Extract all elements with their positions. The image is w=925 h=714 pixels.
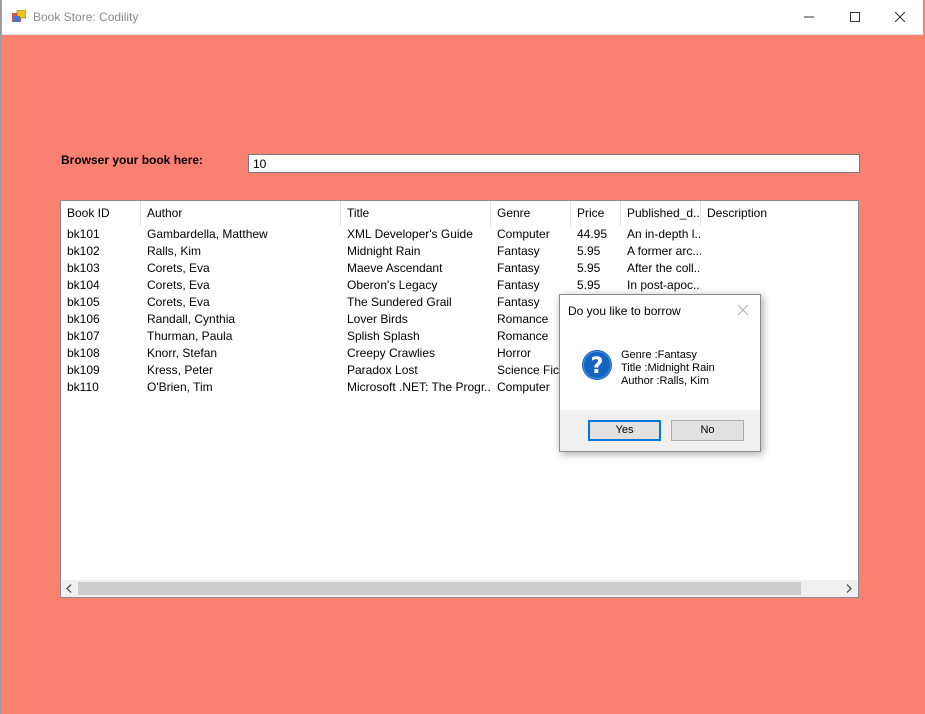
close-icon bbox=[895, 12, 905, 22]
column-header-genre[interactable]: Genre bbox=[491, 201, 571, 226]
column-header-book-id[interactable]: Book ID bbox=[61, 201, 141, 226]
cell-title: Paradox Lost bbox=[347, 363, 418, 377]
cell-title: Oberon's Legacy bbox=[347, 278, 438, 292]
cell-genre: Fantasy bbox=[497, 278, 540, 292]
cell-book-id: bk107 bbox=[67, 329, 100, 343]
cell-genre: Fantasy bbox=[497, 244, 540, 258]
cell-author: Corets, Eva bbox=[147, 278, 210, 292]
scrollbar-thumb[interactable] bbox=[78, 582, 801, 595]
search-label: Browser your book here: bbox=[61, 153, 204, 167]
cell-author: Ralls, Kim bbox=[147, 244, 202, 258]
cell-genre: Computer bbox=[497, 227, 550, 241]
cell-title: The Sundered Grail bbox=[347, 295, 452, 309]
column-header-title[interactable]: Title bbox=[341, 201, 491, 226]
yes-button[interactable]: Yes bbox=[588, 420, 661, 441]
cell-title: Microsoft .NET: The Progr... bbox=[347, 380, 491, 394]
cell-title: Splish Splash bbox=[347, 329, 420, 343]
cell-title: Creepy Crawlies bbox=[347, 346, 436, 360]
minimize-button[interactable] bbox=[786, 0, 832, 34]
cell-published: An in-depth l... bbox=[627, 227, 701, 241]
cell-published: In post-apoc... bbox=[627, 278, 701, 292]
cell-book-id: bk101 bbox=[67, 227, 100, 241]
column-header-author[interactable]: Author bbox=[141, 201, 341, 226]
cell-title: Maeve Ascendant bbox=[347, 261, 443, 275]
maximize-icon bbox=[850, 12, 860, 22]
cell-book-id: bk109 bbox=[67, 363, 100, 377]
table-row[interactable]: bk102 Ralls, Kim Midnight Rain Fantasy 5.95 A… bbox=[61, 243, 858, 260]
borrow-dialog: Do you like to borrow ? Genre :Fantasy T… bbox=[559, 294, 761, 452]
dialog-title: Do you like to borrow bbox=[568, 304, 681, 318]
cell-genre: Fantasy bbox=[497, 261, 540, 275]
cell-author: Kress, Peter bbox=[147, 363, 214, 377]
horizontal-scrollbar[interactable] bbox=[61, 580, 858, 597]
cell-author: Corets, Eva bbox=[147, 261, 210, 275]
cell-author: Corets, Eva bbox=[147, 295, 210, 309]
cell-published: After the coll... bbox=[627, 261, 701, 275]
close-button[interactable] bbox=[877, 0, 923, 34]
cell-price: 5.95 bbox=[577, 261, 601, 275]
column-header-published[interactable]: Published_d... bbox=[621, 201, 701, 226]
dialog-line-title: Title :Midnight Rain bbox=[621, 362, 715, 374]
app-icon bbox=[12, 10, 26, 22]
title-bar: Book Store: Codility bbox=[2, 0, 923, 35]
question-icon: ? bbox=[582, 350, 612, 380]
dialog-line-author: Author :Ralls, Kim bbox=[621, 375, 710, 387]
cell-published: A former arc... bbox=[627, 244, 701, 258]
cell-title: Midnight Rain bbox=[347, 244, 421, 258]
svg-text:?: ? bbox=[591, 354, 604, 379]
dialog-footer: Yes No bbox=[560, 410, 760, 451]
cell-book-id: bk106 bbox=[67, 312, 100, 326]
column-header-price[interactable]: Price bbox=[571, 201, 621, 226]
maximize-button[interactable] bbox=[832, 0, 878, 34]
cell-book-id: bk102 bbox=[67, 244, 100, 258]
minimize-icon bbox=[804, 16, 814, 18]
cell-book-id: bk110 bbox=[67, 380, 99, 394]
dialog-message: Genre :Fantasy Title :Midnight Rain Auth… bbox=[621, 349, 715, 388]
cell-book-id: bk108 bbox=[67, 346, 100, 360]
cell-book-id: bk105 bbox=[67, 295, 100, 309]
cell-title: Lover Birds bbox=[347, 312, 408, 326]
scroll-left-button[interactable] bbox=[61, 580, 78, 597]
cell-author: Gambardella, Matthew bbox=[147, 227, 268, 241]
column-header-description[interactable]: Description bbox=[701, 201, 781, 226]
cell-price: 5.95 bbox=[577, 244, 601, 258]
no-button[interactable]: No bbox=[671, 420, 744, 441]
search-input[interactable]: 10 bbox=[248, 154, 860, 173]
cell-author: Thurman, Paula bbox=[147, 329, 233, 343]
chevron-right-icon bbox=[846, 584, 852, 593]
cell-price: 44.95 bbox=[577, 227, 608, 241]
cell-price: 5.95 bbox=[577, 278, 601, 292]
cell-title: XML Developer's Guide bbox=[347, 227, 473, 241]
chevron-left-icon bbox=[66, 584, 72, 593]
cell-author: O'Brien, Tim bbox=[147, 380, 213, 394]
dialog-line-genre: Genre :Fantasy bbox=[621, 349, 697, 361]
table-row[interactable]: bk104 Corets, Eva Oberon's Legacy Fantasy 5.… bbox=[61, 277, 858, 294]
close-icon[interactable] bbox=[736, 303, 750, 317]
table-row[interactable]: bk103 Corets, Eva Maeve Ascendant Fantasy 5.… bbox=[61, 260, 858, 277]
cell-author: Knorr, Stefan bbox=[147, 346, 218, 360]
cell-book-id: bk103 bbox=[67, 261, 100, 275]
cell-book-id: bk104 bbox=[67, 278, 100, 292]
window-title: Book Store: Codility bbox=[33, 10, 139, 24]
table-row[interactable]: bk101 Gambardella, Matthew XML Developer's… bbox=[61, 226, 858, 243]
scroll-right-button[interactable] bbox=[841, 580, 858, 597]
cell-author: Randall, Cynthia bbox=[147, 312, 236, 326]
